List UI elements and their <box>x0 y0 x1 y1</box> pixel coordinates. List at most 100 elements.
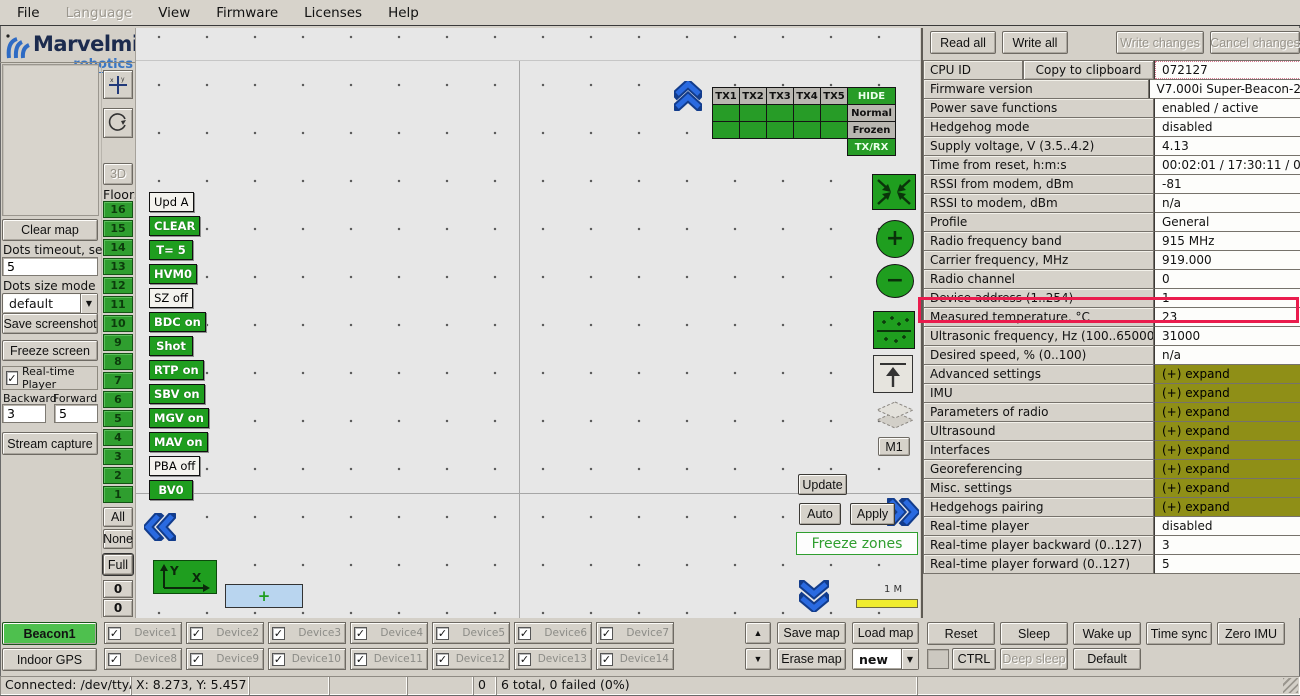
fit-to-view-button[interactable] <box>872 174 916 210</box>
device-toggle[interactable]: ✓ Device9 <box>186 648 264 670</box>
floor-button[interactable]: 2 <box>103 467 133 484</box>
floor-button[interactable]: 9 <box>103 334 133 351</box>
tx-txrx-button[interactable]: TX/RX <box>847 138 896 156</box>
indoor-gps-button[interactable]: Indoor GPS <box>2 648 97 671</box>
tx-frozen-button[interactable]: Frozen <box>847 121 896 139</box>
checkbox-checked-icon[interactable]: ✓ <box>600 627 613 640</box>
xy-axes-view-button[interactable]: xy <box>103 70 133 99</box>
floor-button[interactable]: 5 <box>103 410 133 427</box>
view-3d-button[interactable]: 3D <box>103 163 133 185</box>
settings-row[interactable]: RSSI from modem, dBm -81 <box>923 174 1300 194</box>
auto-button[interactable]: Auto <box>799 503 841 525</box>
menu-item[interactable]: Firmware <box>203 2 291 24</box>
tx-cell[interactable] <box>793 104 821 122</box>
checkbox-checked-icon[interactable]: ✓ <box>600 653 613 666</box>
settings-row[interactable]: Time from reset, h:m:s 00:02:01 / 17:30:… <box>923 155 1300 175</box>
tx-column-header[interactable]: TX1 <box>712 87 740 105</box>
tx-column-header[interactable]: TX3 <box>766 87 794 105</box>
checkbox-checked-icon[interactable]: ✓ <box>190 653 203 666</box>
checkbox-checked-icon[interactable]: ✓ <box>272 627 285 640</box>
settings-row[interactable]: Georeferencing (+) expand <box>923 459 1300 479</box>
floor-button[interactable]: 14 <box>103 239 133 256</box>
map-tool-button[interactable]: SZ off <box>149 288 193 308</box>
settings-row[interactable]: Power save functions enabled / active <box>923 98 1300 118</box>
backward-input[interactable] <box>2 404 46 423</box>
menu-item[interactable]: Help <box>375 2 432 24</box>
resize-grip-icon[interactable] <box>1283 678 1298 693</box>
tx-column-header[interactable]: TX5 <box>820 87 848 105</box>
device-toggle[interactable]: ✓ Device7 <box>596 622 674 644</box>
device-toggle[interactable]: ✓ Device6 <box>514 622 592 644</box>
copy-to-clipboard-button[interactable]: Copy to clipboard <box>1023 60 1154 80</box>
origin-axes-button[interactable]: Y X <box>153 560 217 594</box>
device-toggle[interactable]: ✓ Device1 <box>104 622 182 644</box>
tx-cell[interactable] <box>739 121 767 139</box>
floor-button[interactable]: 11 <box>103 296 133 313</box>
menu-item[interactable]: Language <box>53 2 146 24</box>
default-button[interactable]: Default <box>1073 648 1141 670</box>
ctrl-button[interactable]: CTRL <box>952 648 996 670</box>
settings-row[interactable]: Desired speed, % (0..100) n/a <box>923 345 1300 365</box>
checkbox-checked-icon[interactable]: ✓ <box>436 627 449 640</box>
checkbox-checked-icon[interactable]: ✓ <box>518 627 531 640</box>
tx-cell[interactable] <box>712 104 740 122</box>
tx-cell[interactable] <box>793 121 821 139</box>
beacon1-button[interactable]: Beacon1 <box>2 622 97 645</box>
settings-row[interactable]: Ultrasonic frequency, Hz (100..65000) 31… <box>923 326 1300 346</box>
device-toggle[interactable]: ✓ Device12 <box>432 648 510 670</box>
map-tool-button[interactable]: BDC on <box>149 312 206 332</box>
floor-button[interactable]: 4 <box>103 429 133 446</box>
settings-row[interactable]: Radio frequency band 915 MHz <box>923 231 1300 251</box>
settings-row[interactable]: Misc. settings (+) expand <box>923 478 1300 498</box>
device-toggle[interactable]: ✓ Device8 <box>104 648 182 670</box>
tx-cell[interactable] <box>739 104 767 122</box>
clear-map-button[interactable]: Clear map <box>2 219 98 241</box>
save-screenshot-button[interactable]: Save screenshot <box>2 313 98 334</box>
sleep-button[interactable]: Sleep <box>1000 622 1068 645</box>
checkbox-checked-icon[interactable]: ✓ <box>6 371 18 385</box>
chevron-double-down-icon[interactable] <box>799 580 829 612</box>
settings-row[interactable]: Carrier frequency, MHz 919.000 <box>923 250 1300 270</box>
tx-normal-button[interactable]: Normal <box>847 104 896 122</box>
floor-button[interactable]: 6 <box>103 391 133 408</box>
map-tool-button[interactable]: T= 5 <box>149 240 193 260</box>
dots-timeout-input[interactable] <box>2 257 98 276</box>
checkbox-checked-icon[interactable]: ✓ <box>108 627 121 640</box>
map-tool-button[interactable]: MAV on <box>149 432 208 452</box>
device-toggle[interactable]: ✓ Device14 <box>596 648 674 670</box>
map-tool-button[interactable]: RTP on <box>149 360 204 380</box>
erase-map-button[interactable]: Erase map <box>777 648 846 670</box>
upload-map-button[interactable] <box>873 355 913 393</box>
write-changes-button[interactable]: Write changes <box>1116 31 1204 54</box>
tx-cell[interactable] <box>766 121 794 139</box>
save-map-button[interactable]: Save map <box>777 622 846 644</box>
floor-button[interactable]: 15 <box>103 220 133 237</box>
checkbox-checked-icon[interactable]: ✓ <box>354 653 367 666</box>
tx-column-header[interactable]: TX2 <box>739 87 767 105</box>
floor-button[interactable]: 1 <box>103 486 133 503</box>
settings-row[interactable]: Advanced settings (+) expand <box>923 364 1300 384</box>
tx-cell[interactable] <box>820 104 848 122</box>
scroll-down-button[interactable]: ▼ <box>745 648 771 670</box>
device-toggle[interactable]: ✓ Device11 <box>350 648 428 670</box>
settings-row[interactable]: Device address (1..254) 1 <box>923 288 1300 308</box>
floor-button[interactable]: 3 <box>103 448 133 465</box>
floor-button[interactable]: 12 <box>103 277 133 294</box>
menu-item[interactable]: Licenses <box>291 2 375 24</box>
tx-cell[interactable] <box>766 104 794 122</box>
settings-row[interactable]: Real-time player disabled <box>923 516 1300 536</box>
dots-size-select[interactable]: default ▼ <box>2 293 98 314</box>
map-tool-button[interactable]: Shot <box>149 336 193 356</box>
device-toggle[interactable]: ✓ Device3 <box>268 622 346 644</box>
device-toggle[interactable]: ✓ Device5 <box>432 622 510 644</box>
map-tool-button[interactable]: PBA off <box>149 456 200 476</box>
floor-button[interactable]: 7 <box>103 372 133 389</box>
map-name-select[interactable]: new ▼ <box>852 648 919 670</box>
wake-up-button[interactable]: Wake up <box>1073 622 1141 645</box>
settings-row[interactable]: Parameters of radio (+) expand <box>923 402 1300 422</box>
write-all-button[interactable]: Write all <box>1002 31 1068 54</box>
menu-item[interactable]: File <box>4 2 53 24</box>
checkbox-checked-icon[interactable]: ✓ <box>518 653 531 666</box>
read-all-button[interactable]: Read all <box>930 31 996 54</box>
dropdown-arrow-icon[interactable]: ▼ <box>80 294 97 313</box>
